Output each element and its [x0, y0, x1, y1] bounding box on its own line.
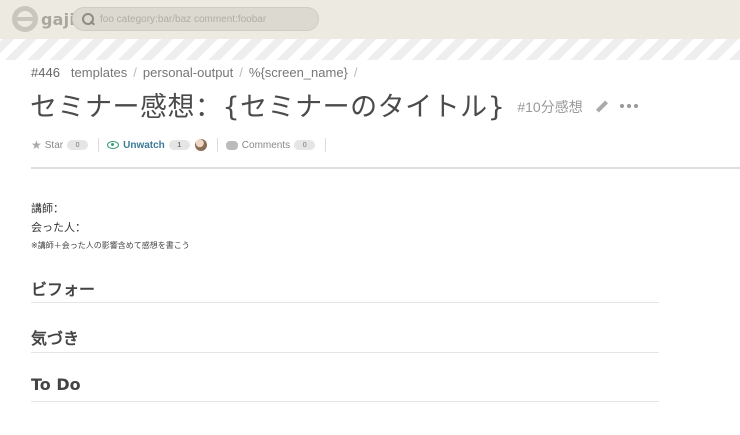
search-box[interactable] [72, 7, 319, 31]
action-divider [98, 138, 100, 152]
watcher-avatar[interactable] [194, 139, 207, 151]
section-divider [31, 401, 659, 402]
breadcrumb-separator: / [239, 64, 243, 80]
logo-text: gaji [41, 9, 76, 29]
wip-stripe-banner [0, 39, 740, 60]
star-label: Star [44, 139, 64, 151]
top-bar: gaji [0, 0, 740, 39]
breadcrumb-item-templates[interactable]: templates [71, 65, 127, 80]
breadcrumb: #446 templates / personal-output / %{scr… [31, 64, 364, 80]
action-divider [216, 138, 218, 152]
eye-icon [107, 141, 120, 149]
star-icon: ★ [31, 138, 42, 152]
breadcrumb-separator: / [353, 64, 358, 80]
comments-button[interactable]: Comments 0 [225, 139, 316, 151]
more-options-icon[interactable] [619, 104, 638, 108]
star-count-badge: 0 [67, 140, 89, 150]
header-divider [31, 167, 740, 169]
section-heading-todo: To Do [31, 375, 81, 394]
post-actions: ★ Star 0 Unwatch 1 Comments 0 [31, 137, 334, 153]
watch-label: Unwatch [123, 139, 165, 151]
search-icon [82, 12, 95, 26]
star-button[interactable]: ★ Star 0 [31, 138, 89, 152]
title-row: セミナー感想：{セミナーのタイトル} #10分感想 [30, 84, 638, 124]
unwatch-button[interactable]: Unwatch 1 [107, 139, 207, 151]
breadcrumb-item-personal-output[interactable]: personal-output [143, 65, 233, 80]
comments-count-badge: 0 [294, 140, 316, 150]
section-heading-insights: 気づき [31, 329, 80, 348]
post-number: #446 [31, 64, 60, 80]
section-divider [31, 302, 659, 303]
breadcrumb-item-screen-name[interactable]: %{screen_name} [249, 65, 348, 80]
action-divider [325, 138, 327, 152]
logo[interactable]: gaji [12, 6, 75, 32]
watch-count-badge: 1 [168, 140, 190, 150]
comment-bubble-icon [225, 140, 238, 150]
section-divider [31, 352, 659, 353]
breadcrumb-separator: / [133, 64, 137, 80]
search-input[interactable] [100, 13, 310, 25]
edit-pencil-icon[interactable] [596, 101, 608, 113]
page-title: セミナー感想：{セミナーのタイトル} [30, 91, 506, 123]
section-heading-before: ビフォー [31, 280, 96, 299]
comments-label: Comments [241, 139, 291, 151]
people-met-line: 会った人： [31, 222, 86, 234]
note-line: ※講師＋会った人の影響含めて感想を書こう [31, 241, 190, 250]
lecturer-line: 講師： [31, 203, 64, 215]
post-tag[interactable]: #10分感想 [517, 97, 582, 117]
logo-icon [12, 6, 38, 32]
